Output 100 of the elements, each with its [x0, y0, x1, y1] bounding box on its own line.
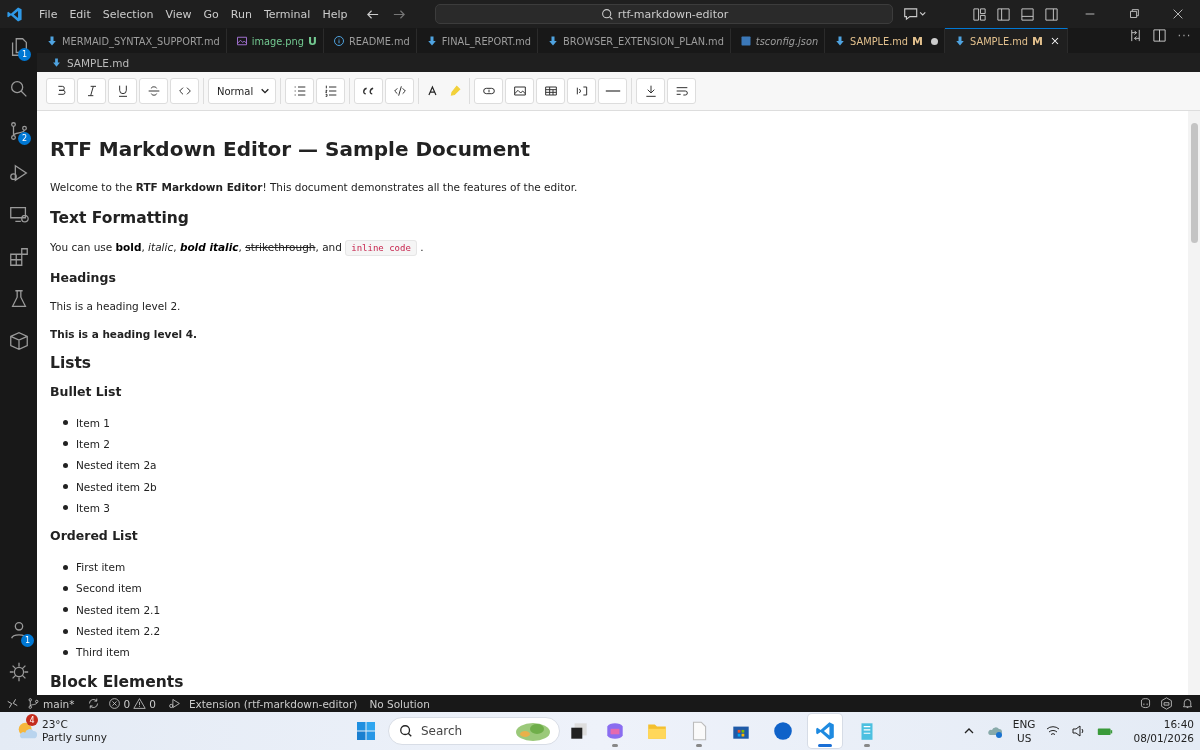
- minor-heading: This is a heading level 4.: [50, 328, 199, 340]
- secondary-sidebar-icon[interactable]: [1044, 6, 1059, 22]
- horizontal-rule-button[interactable]: [598, 78, 627, 104]
- vscode-logo-icon: [6, 5, 23, 23]
- bullet-icon: [63, 607, 68, 613]
- clock[interactable]: 16:40 08/01/2026: [1133, 717, 1194, 745]
- menu-item[interactable]: View: [159, 7, 198, 21]
- section-heading: Block Elements: [50, 672, 185, 691]
- quote-icon: [362, 87, 375, 95]
- menu-item[interactable]: Go: [197, 7, 225, 21]
- bullet-icon: [63, 462, 68, 468]
- subsection-heading: Bullet List: [50, 384, 123, 399]
- menu-item[interactable]: Run: [224, 7, 258, 21]
- paragraph: Welcome to the RTF Markdown Editor! This document demonstrates all the features of the editor.: [50, 180, 579, 195]
- start-icon[interactable]: [356, 721, 376, 741]
- bracket-button[interactable]: [567, 78, 596, 104]
- caret-icon: [260, 86, 270, 96]
- menu-item[interactable]: Help: [316, 7, 354, 21]
- notification-badge: 4: [26, 714, 38, 726]
- temperature: 23°C: [42, 718, 69, 731]
- list-item: Item 1: [76, 416, 110, 429]
- image-icon: [511, 83, 528, 99]
- numbered-list-icon: [322, 83, 339, 99]
- count-badge: 2: [18, 132, 31, 145]
- bullet-list-button[interactable]: [285, 78, 314, 104]
- extensions-icon[interactable]: [7, 246, 30, 268]
- bullet-icon: [63, 484, 68, 490]
- copilot-icon[interactable]: [604, 720, 626, 742]
- code-block-button[interactable]: [385, 78, 414, 104]
- bullet-icon: [63, 649, 68, 655]
- subsection-heading: Ordered List: [50, 528, 139, 544]
- download-button[interactable]: [636, 78, 665, 104]
- wrap-button[interactable]: [667, 78, 696, 104]
- image-button[interactable]: [505, 78, 534, 104]
- numbered-list-button[interactable]: [316, 78, 345, 104]
- search-icon: [399, 724, 413, 738]
- split-editor-icon[interactable]: [1152, 28, 1167, 43]
- menu-item[interactable]: Edit: [63, 7, 97, 21]
- quote-button[interactable]: [354, 78, 383, 104]
- branch-icon: [27, 697, 40, 710]
- document-title: RTF Markdown Editor — Sample Document: [50, 137, 532, 161]
- sidebar-toggle-icon[interactable]: [996, 6, 1011, 22]
- notifications-icon[interactable]: [1181, 697, 1194, 710]
- search-field[interactable]: Search: [388, 717, 560, 745]
- table-button[interactable]: [536, 78, 565, 104]
- input-language[interactable]: ENG US: [1012, 717, 1036, 745]
- table-icon: [542, 83, 559, 99]
- status-item[interactable]: Extension (rtf-markdown-editor): [188, 697, 358, 710]
- copilot-icon[interactable]: [1139, 697, 1152, 710]
- error-icon: [107, 697, 121, 710]
- sync-icon[interactable]: [86, 697, 100, 710]
- vscode-icon[interactable]: [814, 720, 836, 742]
- task-view-icon[interactable]: [568, 720, 590, 742]
- bullet-icon: [63, 585, 68, 591]
- block-format-select[interactable]: Normal: [208, 78, 276, 104]
- package-icon[interactable]: [7, 330, 30, 352]
- paragraph: This is a heading level 2.: [50, 299, 182, 314]
- run-icon[interactable]: [167, 697, 181, 710]
- info-icon: [332, 35, 345, 47]
- typescript-icon: [739, 35, 752, 47]
- menu-item[interactable]: Terminal: [257, 7, 317, 21]
- close-icon[interactable]: [1171, 7, 1185, 21]
- bold-button[interactable]: [46, 78, 75, 104]
- list-item: Second item: [76, 582, 142, 595]
- extension-status-icon[interactable]: [1160, 697, 1173, 710]
- underline-button[interactable]: [108, 78, 137, 104]
- restore-icon[interactable]: [1127, 7, 1141, 21]
- problems-status[interactable]: 0 0: [107, 697, 156, 710]
- image-icon: [235, 35, 248, 47]
- bullet-icon: [63, 420, 68, 426]
- command-center[interactable]: rtf-markdown-editor: [435, 4, 894, 24]
- link-button[interactable]: [474, 78, 503, 104]
- compare-changes-icon[interactable]: [1128, 28, 1143, 43]
- bullet-icon: [63, 564, 68, 570]
- list-item: Item 2: [76, 437, 110, 450]
- scrollbar-thumb[interactable]: [1190, 123, 1198, 243]
- editor-tab[interactable]: SAMPLE.md M: [945, 28, 1068, 53]
- close-icon[interactable]: [1049, 35, 1061, 47]
- italic-button[interactable]: [77, 78, 106, 104]
- section-heading: Text Formatting: [50, 209, 190, 227]
- code-block-icon: [391, 83, 408, 99]
- list-item: Nested item 2b: [76, 480, 157, 493]
- breadcrumb[interactable]: SAMPLE.md: [51, 56, 130, 69]
- chat-icon[interactable]: [903, 7, 928, 21]
- weather-condition: Partly sunny: [42, 731, 107, 744]
- settings-icon[interactable]: [7, 661, 30, 683]
- list-item: Nested item 2.1: [76, 603, 161, 616]
- branch-status[interactable]: main*: [27, 697, 75, 710]
- list-item: Item 3: [76, 501, 110, 514]
- download-arrow-icon: [51, 57, 62, 68]
- list-item: First item: [76, 561, 126, 574]
- menu-item[interactable]: File: [33, 7, 64, 21]
- status-item[interactable]: No Solution: [369, 697, 430, 710]
- horizontal-rule-icon: [604, 90, 621, 92]
- menu-item[interactable]: Selection: [96, 7, 160, 21]
- run-debug-icon[interactable]: [7, 162, 30, 184]
- panel-toggle-icon[interactable]: [1020, 6, 1035, 22]
- remote-icon[interactable]: [6, 697, 19, 710]
- search-icon: [600, 7, 614, 21]
- layout-icon[interactable]: [972, 6, 987, 22]
